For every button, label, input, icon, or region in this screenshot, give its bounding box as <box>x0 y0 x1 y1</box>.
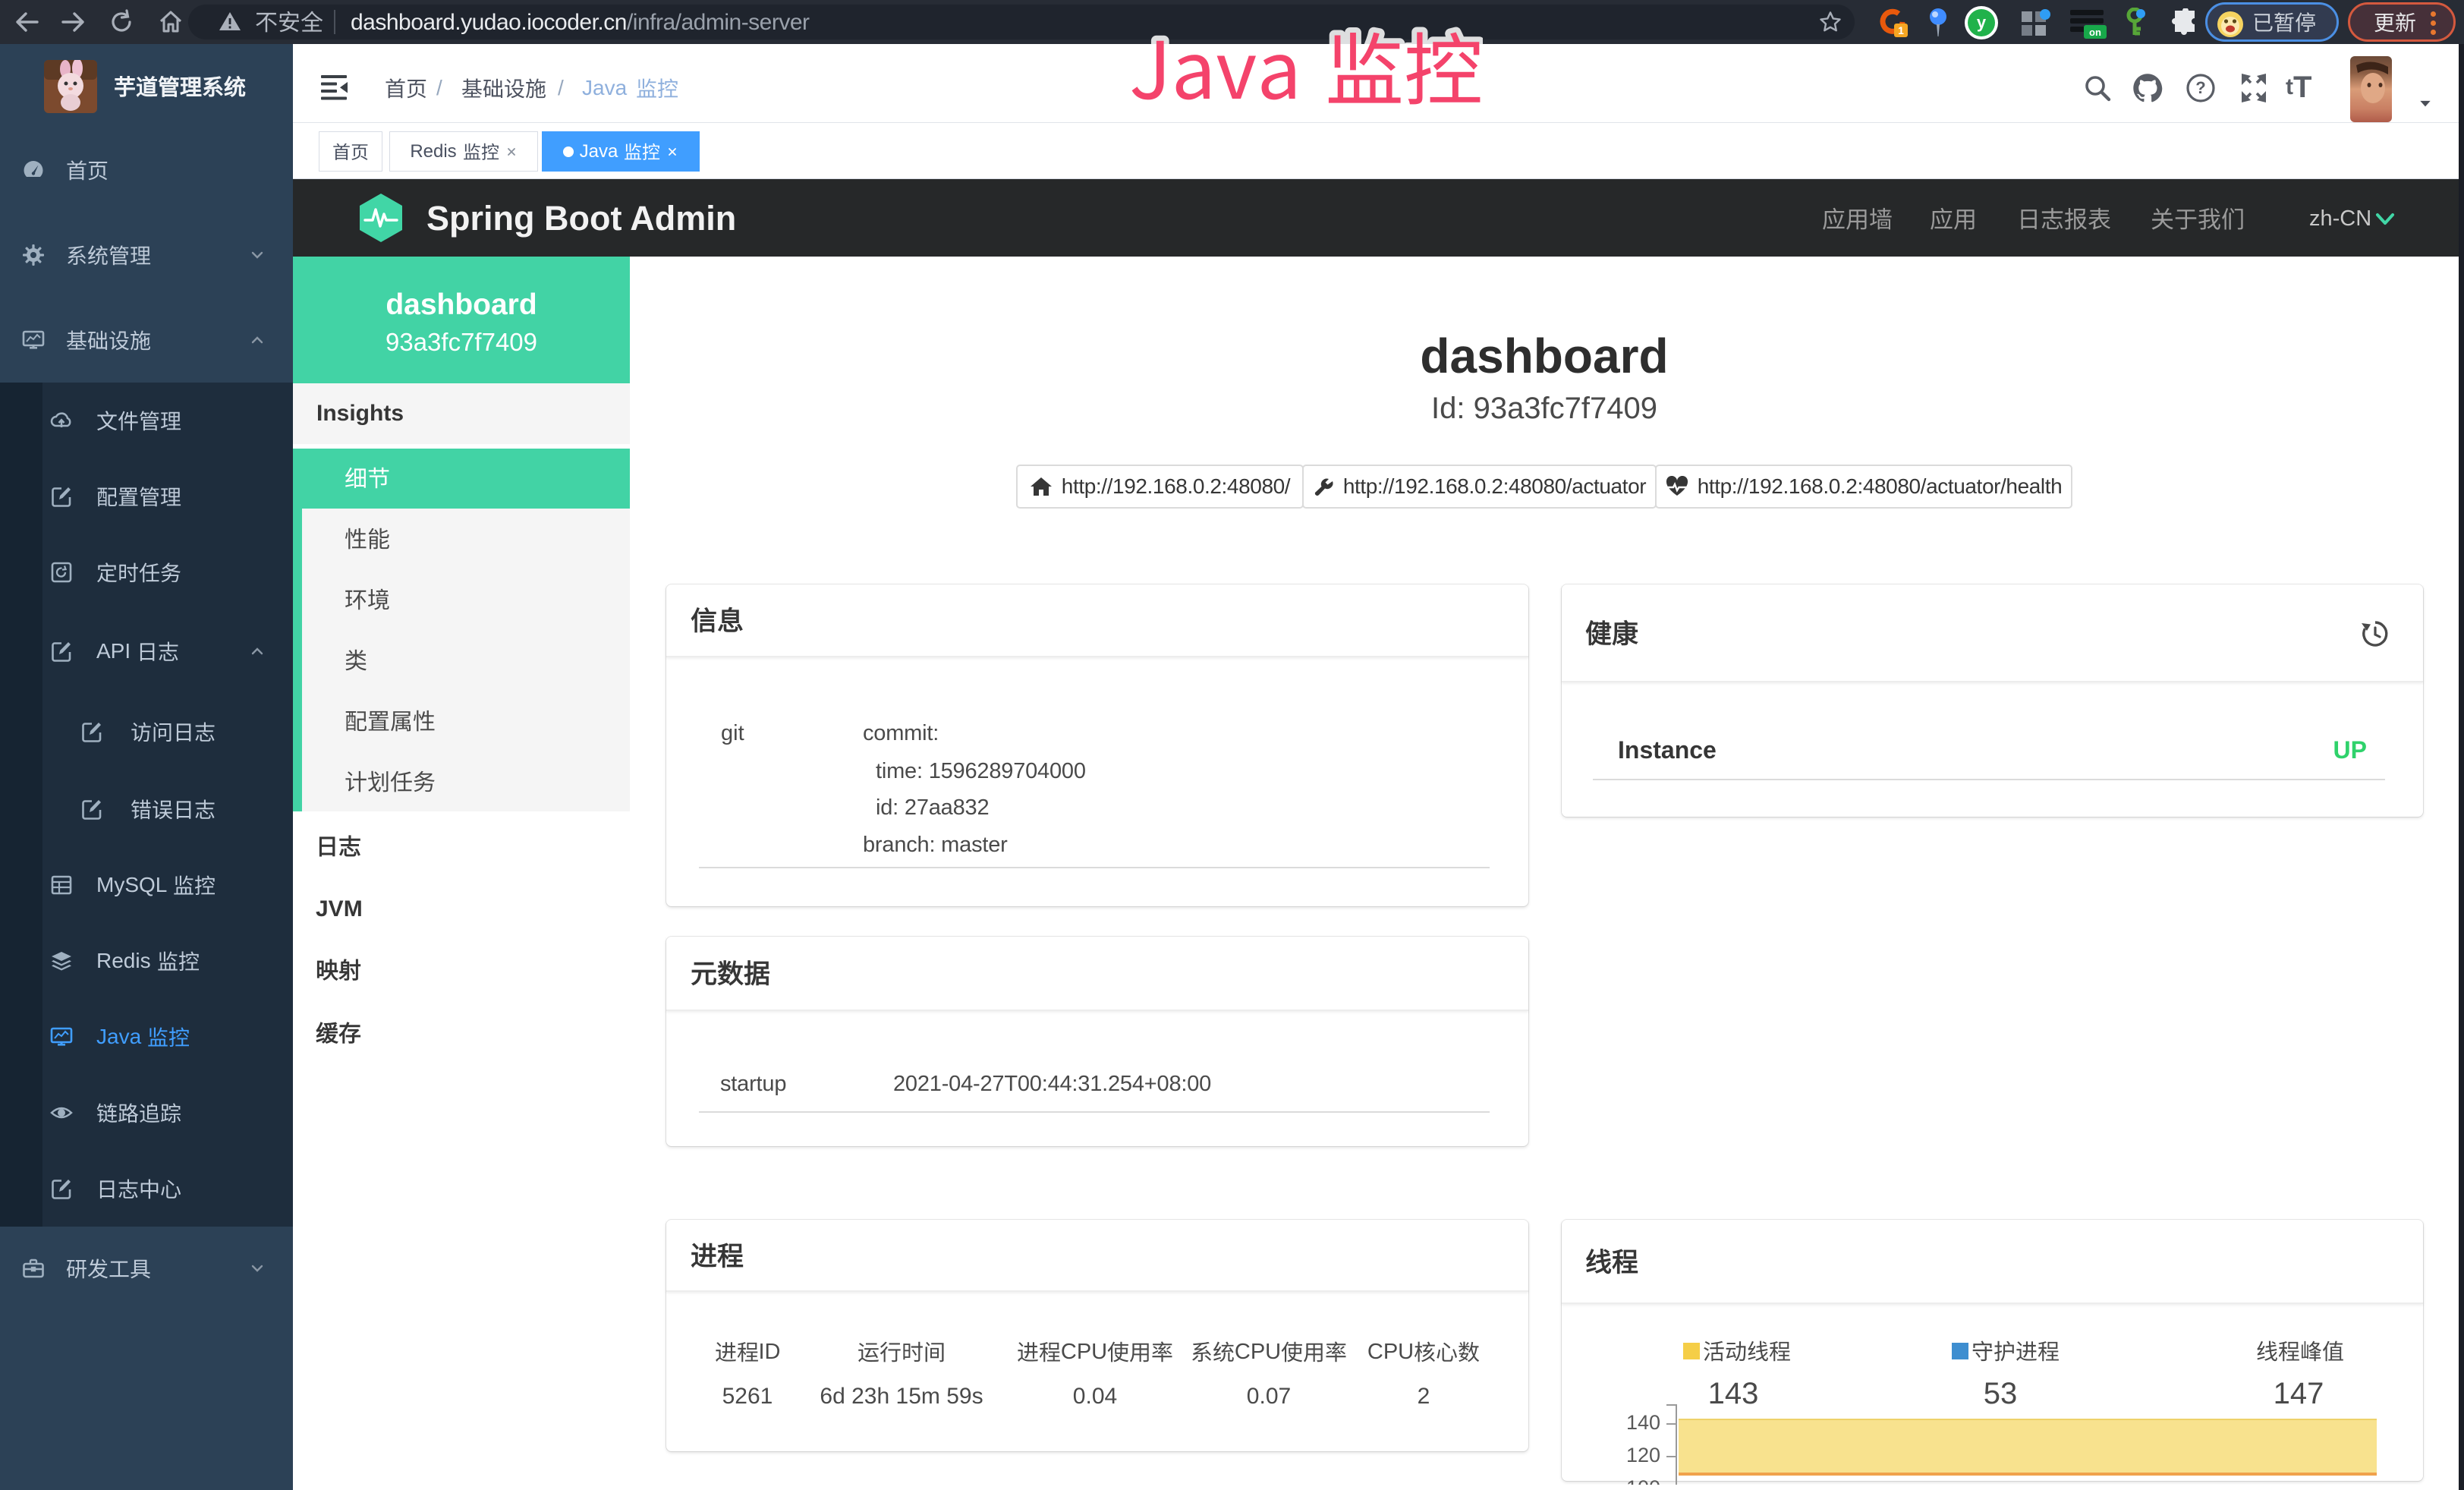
svg-text:1: 1 <box>1898 24 1904 36</box>
svg-text:?: ? <box>2195 78 2205 97</box>
svg-text:on: on <box>2089 27 2101 38</box>
svg-text:y: y <box>1977 13 1987 32</box>
